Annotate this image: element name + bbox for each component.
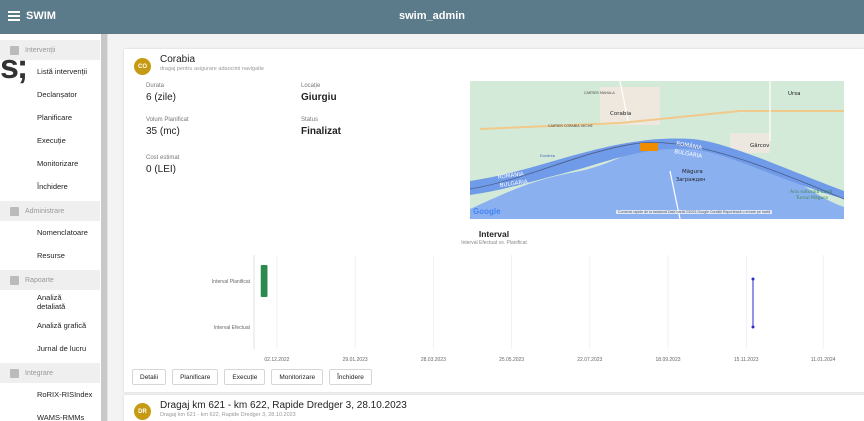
x-tick-label: 25.05.2023 <box>499 357 524 363</box>
durata-value: 6 (zile) <box>146 92 177 103</box>
card-actions: Detalii Planificare Execuție Monitorizar… <box>132 369 378 385</box>
x-tick-label: 15.11.2023 <box>734 357 759 363</box>
google-logo: Google <box>473 207 501 216</box>
interval-efectuat-point <box>751 277 755 281</box>
sidebar-item-executie[interactable]: Execuție <box>0 129 100 152</box>
sidebar-section-rapoarte[interactable]: Rapoarte <box>0 270 100 290</box>
card-subtitle: dragaj pentru asigurare adancimi navigat… <box>160 66 264 72</box>
detalii-button[interactable]: Detalii <box>132 369 167 385</box>
x-tick-label: 18.09.2023 <box>656 357 681 363</box>
cost-value: 0 (LEI) <box>146 164 177 175</box>
x-tick-label: 28.03.2023 <box>421 357 446 363</box>
avatar: DR <box>134 403 151 420</box>
intervention-card: CO Corabia dragaj pentru asigurare adanc… <box>124 49 864 392</box>
sidebar-section-integrare[interactable]: Integrare <box>0 363 100 383</box>
sidebar-item-analiza-detaliata[interactable]: Analiză detaliată <box>0 290 80 314</box>
status-label: Status <box>301 117 319 123</box>
locatie-label: Locație <box>301 83 321 89</box>
sidebar-item-jurnal-de-lucru[interactable]: Jurnal de lucru <box>0 337 100 360</box>
map-label: CARTIER MAHALA <box>584 91 615 95</box>
x-tick-label: 29.01.2023 <box>343 357 368 363</box>
sidebar-section-label: Rapoarte <box>25 276 54 284</box>
volum-value: 35 (mc) <box>146 126 180 137</box>
intervention-marker[interactable] <box>640 143 658 151</box>
report-icon <box>10 275 19 285</box>
chart-subtitle: Interval Efectuat vs. Planificat <box>461 240 527 246</box>
locatie-value: Giurgiu <box>301 92 337 103</box>
map-label: Aria naturală Coral <box>790 189 832 195</box>
volum-label: Volum Planificat <box>146 117 189 123</box>
sidebar-item-wams[interactable]: WAMS-RMMs <box>0 406 100 421</box>
intervention-card: DR Dragaj km 621 - km 622, Rapide Dredge… <box>124 395 864 421</box>
user-name[interactable]: swim_admin <box>0 10 864 22</box>
google-logo-text: Google <box>473 207 501 216</box>
sidebar-item-monitorizare[interactable]: Monitorizare <box>0 152 100 175</box>
card-title: Dragaj km 621 - km 622, Rapide Dredger 3… <box>160 400 407 411</box>
map-attribution[interactable]: Comenzi rapide de la tastatură Date hart… <box>616 210 773 214</box>
integration-icon <box>10 368 19 378</box>
main-content: CO Corabia dragaj pentru asigurare adanc… <box>108 34 864 421</box>
sidebar-item-planificare[interactable]: Planificare <box>0 106 100 129</box>
map-label: Corabia <box>610 111 631 117</box>
map-label: CARTIER CORABIA VECHE <box>548 124 593 128</box>
chart-title: Interval <box>478 229 510 239</box>
card-subtitle: Dragaj km 621 - km 622, Rapide Dredger 3… <box>160 412 296 418</box>
avatar: CO <box>134 58 151 75</box>
sidebar-scrollbar[interactable] <box>101 34 107 421</box>
top-app-bar: SWIM swim_admin <box>0 0 864 34</box>
map-view[interactable]: CARTIER MAHALA CARTIER CORABIA VECHE Cor… <box>470 81 844 219</box>
sidebar-section-label: Integrare <box>25 369 54 377</box>
planificare-button[interactable]: Planificare <box>172 369 219 385</box>
map-canvas: CARTIER MAHALA CARTIER CORABIA VECHE Cor… <box>470 81 844 219</box>
executie-button[interactable]: Execuție <box>224 369 266 385</box>
interval-efectuat-point <box>751 325 755 329</box>
sidebar-section-label: Intervenții <box>25 46 56 54</box>
sidebar: Intervenții Listă intervenții Declanșato… <box>0 34 108 421</box>
map-label: Dunărea <box>540 154 555 158</box>
cost-label: Cost estimat <box>146 155 180 161</box>
map-label: Загражден <box>676 177 705 183</box>
x-tick-label: 02.12.2022 <box>264 357 289 363</box>
sidebar-item-nomenclatoare[interactable]: Nomenclatoare <box>0 221 100 244</box>
sidebar-section-label: Administrare <box>25 207 65 215</box>
durata-label: Durata <box>146 83 165 89</box>
inchidere-button[interactable]: Închidere <box>329 369 372 385</box>
sidebar-section-administrare[interactable]: Administrare <box>0 201 100 221</box>
x-tick-label: 11.01.2024 <box>811 357 836 363</box>
monitorizare-button[interactable]: Monitorizare <box>271 369 324 385</box>
interval-chart: 02.12.2022 29.01.2023 28.03.2023 25.05.2023… <box>212 255 836 363</box>
map-label: Turnul Măgura <box>795 195 828 201</box>
overlay-text-artifact: s; <box>0 48 28 86</box>
map-label: Ursa <box>788 91 801 97</box>
gears-icon <box>10 206 19 216</box>
map-label: Măgura <box>682 169 703 175</box>
map-label: Gârcov <box>750 142 770 149</box>
sidebar-item-resurse[interactable]: Resurse <box>0 244 100 267</box>
y-tick-label: Interval Planificat <box>212 279 251 285</box>
x-tick-label: 22.07.2023 <box>577 357 602 363</box>
interval-planificat-bar <box>260 265 268 297</box>
status-value: Finalizat <box>301 126 342 137</box>
sidebar-item-analiza-grafica[interactable]: Analiză grafică <box>0 314 100 337</box>
sidebar-item-inchidere[interactable]: Închidere <box>0 175 100 198</box>
card-title: Corabia <box>160 54 196 65</box>
y-tick-label: Interval Efectuat <box>214 325 251 331</box>
sidebar-item-rorix[interactable]: RoRIX-RISIndex <box>0 383 100 406</box>
